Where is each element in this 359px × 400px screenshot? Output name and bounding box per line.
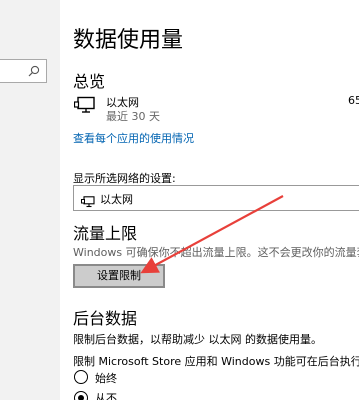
network-select-label: 显示所选网络的设置:	[73, 172, 176, 185]
radio-always[interactable]	[74, 370, 88, 384]
data-limit-heading: 流量上限	[73, 224, 138, 243]
set-limit-button[interactable]: 设置限制	[73, 264, 165, 288]
ethernet-icon	[81, 193, 95, 212]
settings-window: 数据使用量 总览 以太网 最近 30 天 65 查看每个应用的使用情况 显示所选…	[0, 0, 359, 400]
network-select-value: 以太网	[100, 193, 133, 206]
page-title: 数据使用量	[73, 28, 184, 53]
overview-heading: 总览	[73, 72, 106, 91]
background-data-description: 限制后台数据，以帮助减少 以太网 的数据使用量。	[73, 333, 322, 346]
radio-always-label[interactable]: 始终	[95, 370, 117, 386]
radio-selected-dot	[77, 394, 84, 400]
radio-never[interactable]	[74, 391, 88, 400]
radio-never-label[interactable]: 从不	[95, 390, 117, 400]
ethernet-monitor-icon	[73, 96, 96, 120]
restrict-background-label: 限制 Microsoft Store 应用和 Windows 功能可在后台执行的…	[73, 355, 359, 368]
per-app-usage-link[interactable]: 查看每个应用的使用情况	[73, 130, 194, 146]
network-select[interactable]: 以太网	[73, 185, 359, 211]
usage-period: 最近 30 天	[106, 110, 160, 123]
search-input[interactable]	[0, 59, 47, 83]
search-icon	[28, 65, 40, 77]
usage-amount: 65	[348, 94, 359, 107]
data-limit-description: Windows 可确保你不超出流量上限。这不会更改你的流量套餐。	[73, 246, 359, 259]
background-data-heading: 后台数据	[73, 309, 138, 328]
main-content: 数据使用量 总览 以太网 最近 30 天 65 查看每个应用的使用情况 显示所选…	[73, 0, 359, 400]
sidebar	[0, 0, 60, 400]
